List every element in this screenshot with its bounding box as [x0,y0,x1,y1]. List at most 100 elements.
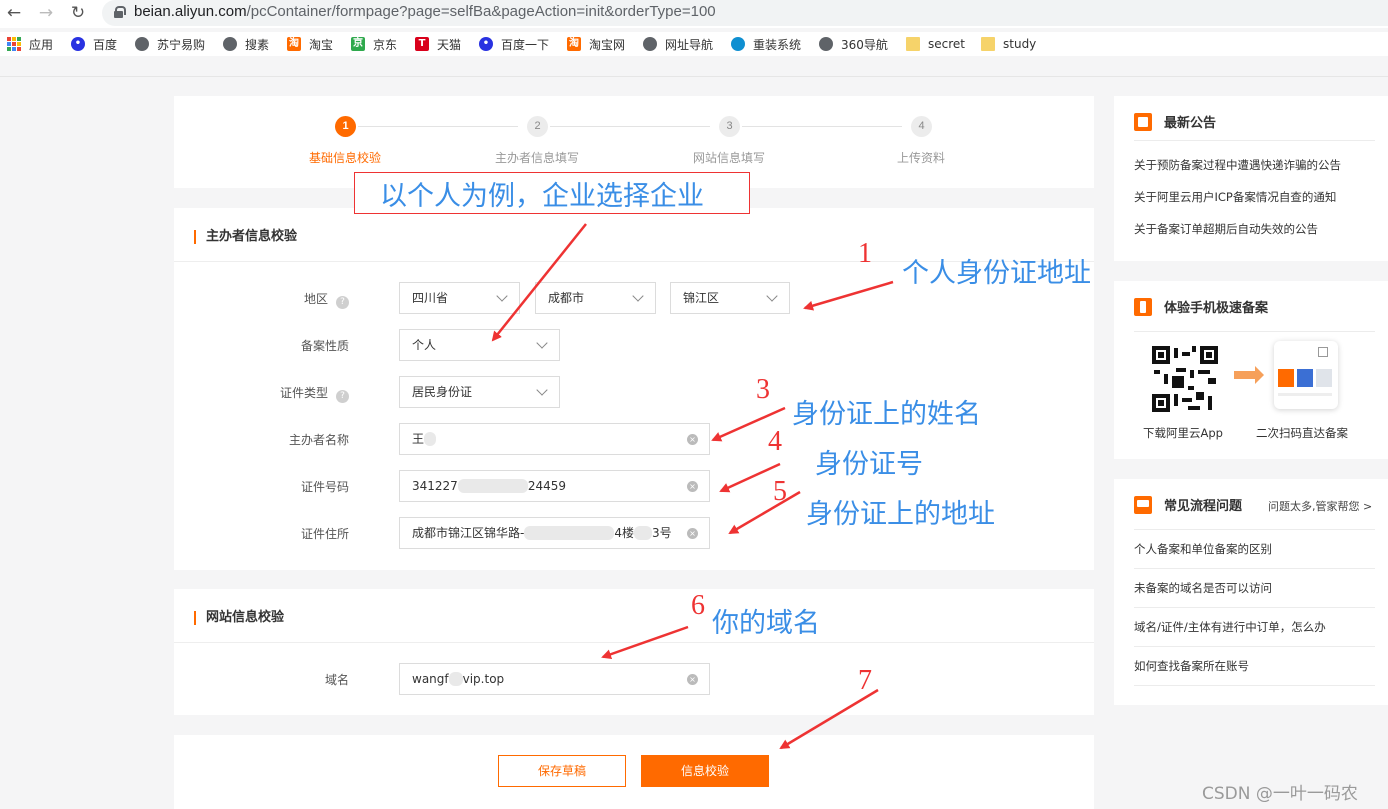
lock-icon [114,6,126,18]
taobao-icon: 淘 [287,37,301,51]
panel-title: 常见流程问题 [1134,495,1242,514]
id-number-input[interactable]: 341227 24459 × [399,470,710,502]
globe-icon [223,37,237,51]
faq-link[interactable]: 域名/证件/主体有进行中订单，怎么办 [1134,619,1326,635]
globe-icon [135,37,149,51]
folder-icon [906,37,920,51]
annotation-text: 以个人为例，企业选择企业 [380,181,704,212]
jd-icon: 京 [351,37,365,51]
annotation-text: 你的域名 [712,608,820,639]
bookmark-jd[interactable]: 京京东 [351,35,397,53]
qr-code-image [1152,346,1218,412]
clear-icon[interactable]: × [687,481,698,492]
panel-divider [1134,646,1375,647]
bookmark-secret[interactable]: secret [906,35,965,53]
bookmark-study[interactable]: study [981,35,1036,53]
id-address-input[interactable]: 成都市锦江区锦华路- 4楼 3号 × [399,517,710,549]
notice-icon [1134,112,1152,131]
name-label: 主办者名称 [288,433,349,447]
doc-type-label: 证件类型? [149,384,349,403]
chevron-down-icon [632,290,644,302]
verify-button[interactable]: 信息校验 [641,755,769,787]
faq-panel: 常见流程问题 问题太多,管家帮您 > 个人备案和单位备案的区别 未备案的域名是否… [1114,479,1388,705]
chat-icon [1134,495,1152,514]
panel-divider [1134,529,1375,530]
chevron-down-icon [496,290,508,302]
step-connector [742,126,902,127]
annotation-number: 3 [756,374,770,405]
step-label: 上传资料 [896,151,945,165]
annotation-text: 身份证上的姓名 [792,399,981,430]
nature-select[interactable]: 个人 [399,329,560,361]
annotation-text: 个人身份证地址 [902,258,1091,289]
domain-input[interactable]: wangf vip.top × [399,663,710,695]
url-text: beian.aliyun.com/pcContainer/formpage?pa… [134,3,716,20]
baidu-paw-icon: • [71,37,85,51]
annotation-box: 以个人为例，企业选择企业 [354,172,750,214]
forward-arrow-icon[interactable]: → [36,3,56,23]
address-bar[interactable]: beian.aliyun.com/pcContainer/formpage?pa… [102,0,1388,26]
notice-link[interactable]: 关于阿里云用户ICP备案情况自查的通知 [1134,189,1336,205]
annotation-text: 身份证号 [815,449,923,480]
notice-panel: 最新公告 关于预防备案过程中遭遇快递诈骗的公告 关于阿里云用户ICP备案情况自查… [1114,96,1388,261]
back-arrow-icon[interactable]: ← [4,3,24,23]
province-select[interactable]: 四川省 [399,282,520,314]
folder-icon [981,37,995,51]
sponsor-name-input[interactable]: 王 × [399,423,710,455]
qr-caption: 下载阿里云App [1143,426,1223,440]
bookmark-baidu[interactable]: • 百度 [71,35,117,53]
panel-divider [1134,140,1375,141]
faq-link[interactable]: 未备案的域名是否可以访问 [1134,580,1272,596]
bookmark-baidu-yixia[interactable]: • 百度一下 [479,35,549,53]
bookmarks-bar: 应用 • 百度 苏宁易购 搜素 淘淘宝 京京东 T 天猫 • 百度一下 淘淘宝网 网址… [0,32,1388,56]
phone-screenshot-image [1274,341,1338,409]
phone-icon [1134,297,1152,316]
annotation-number: 4 [768,426,782,457]
clear-icon[interactable]: × [687,674,698,685]
step-connector [358,126,518,127]
bookmark-tmall[interactable]: T 天猫 [415,35,461,53]
bookmark-sousu[interactable]: 搜素 [223,35,269,53]
bookmark-apps[interactable]: 应用 [7,35,53,53]
district-select[interactable]: 锦江区 [670,282,790,314]
save-draft-button[interactable]: 保存草稿 [498,755,626,787]
bookmark-taobao[interactable]: 淘淘宝 [287,35,333,53]
doc-type-select[interactable]: 居民身份证 [399,376,560,408]
bookmark-wangzhi[interactable]: 网址导航 [643,35,713,53]
header-divider [0,76,1388,77]
tmall-icon: T [415,37,429,51]
bookmark-reinstall[interactable]: 重装系统 [731,35,801,53]
notice-link[interactable]: 关于预防备案过程中遭遇快递诈骗的公告 [1134,157,1341,173]
chevron-down-icon [536,337,548,349]
reload-icon[interactable]: ↻ [68,3,88,23]
annotation-text: 身份证上的地址 [806,499,995,530]
clear-icon[interactable]: × [687,528,698,539]
notice-link[interactable]: 关于备案订单超期后自动失效的公告 [1134,221,1318,237]
bookmark-suning[interactable]: 苏宁易购 [135,35,205,53]
taobao-icon: 淘 [567,37,581,51]
apps-grid-icon [7,37,21,51]
faq-more-link[interactable]: 问题太多,管家帮您 > [1268,498,1372,514]
step-label: 网站信息填写 [692,151,765,165]
clear-icon[interactable]: × [687,434,698,445]
domain-label: 域名 [324,673,349,687]
cpu-icon [731,37,745,51]
bookmark-taobaowang[interactable]: 淘淘宝网 [567,35,625,53]
faq-link[interactable]: 个人备案和单位备案的区别 [1134,541,1272,557]
address-label: 证件住所 [300,527,349,541]
panel-divider [1134,685,1375,686]
bookmark-360[interactable]: 360导航 [819,35,888,53]
city-select[interactable]: 成都市 [535,282,656,314]
chevron-down-icon [536,384,548,396]
help-icon[interactable]: ? [336,296,349,309]
panel-title: 最新公告 [1134,112,1216,131]
chevron-down-icon [766,290,778,302]
section-title: 主办者信息校验 [194,230,297,244]
help-icon[interactable]: ? [336,390,349,403]
arrow-right-icon [1234,366,1264,384]
faq-link[interactable]: 如何查找备案所在账号 [1134,658,1249,674]
step-number: 1 [335,116,356,137]
step-label: 基础信息校验 [308,151,381,165]
panel-divider [1134,568,1375,569]
region-label: 地区? [149,290,349,309]
